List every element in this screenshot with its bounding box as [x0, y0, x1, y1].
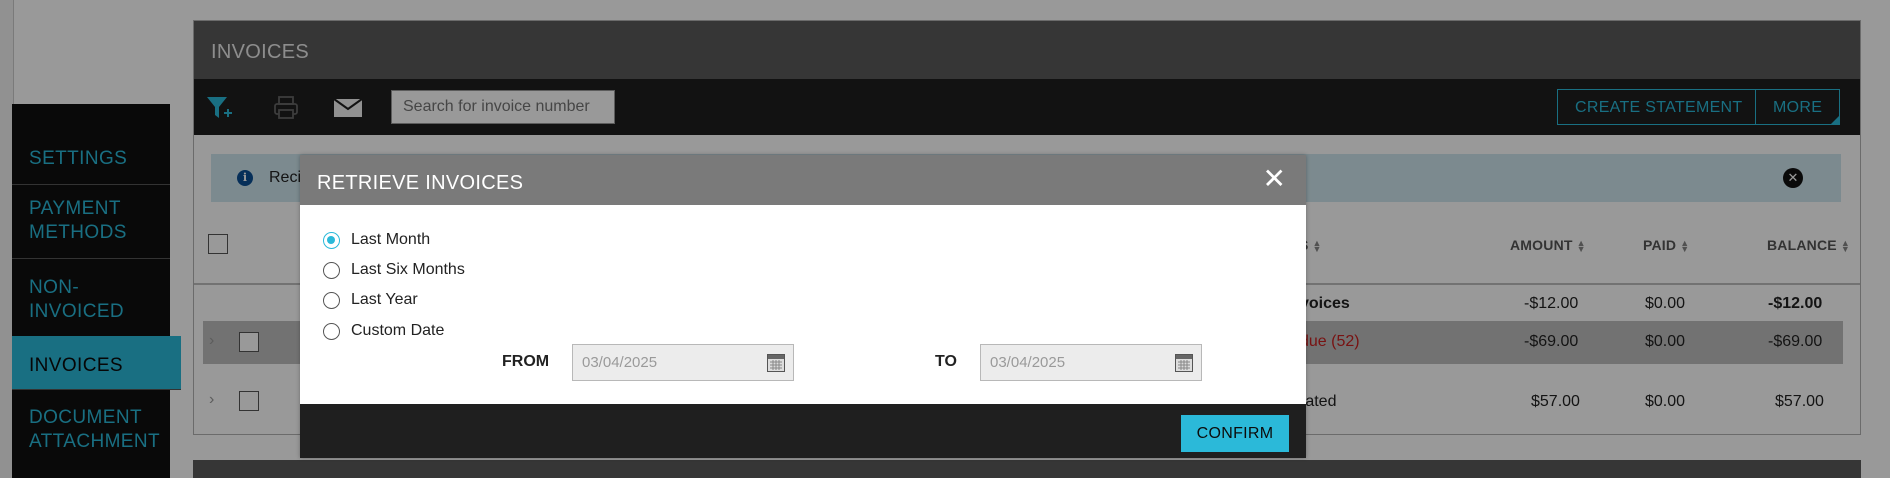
option-label: Last Six Months: [351, 261, 465, 278]
radio-button[interactable]: [323, 261, 340, 279]
retrieve-invoices-dialog: RETRIEVE INVOICES ✕ Last Month Last Six …: [300, 155, 1306, 458]
from-label: FROM: [502, 353, 550, 370]
option-label: Last Year: [351, 291, 418, 308]
radio-button[interactable]: [323, 231, 340, 249]
confirm-button[interactable]: CONFIRM: [1181, 415, 1289, 452]
confirm-label: CONFIRM: [1196, 425, 1274, 442]
to-date-value: 03/04/2025: [990, 354, 1066, 371]
to-date-field[interactable]: 03/04/2025: [980, 344, 1202, 381]
dialog-footer: CONFIRM: [300, 404, 1306, 458]
calendar-icon[interactable]: [1175, 354, 1193, 372]
option-label: Custom Date: [351, 322, 445, 339]
close-icon[interactable]: ✕: [1263, 164, 1286, 194]
dialog-title: RETRIEVE INVOICES: [300, 155, 1306, 205]
option-custom-date[interactable]: Custom Date: [323, 320, 444, 342]
from-date-value: 03/04/2025: [582, 354, 658, 371]
option-last-year[interactable]: Last Year: [323, 289, 418, 311]
option-label: Last Month: [351, 231, 431, 248]
radio-button[interactable]: [323, 291, 340, 309]
option-last-month[interactable]: Last Month: [323, 229, 430, 251]
radio-button[interactable]: [323, 322, 340, 340]
from-date-field[interactable]: 03/04/2025: [572, 344, 794, 381]
calendar-icon[interactable]: [767, 354, 785, 372]
to-label: TO: [935, 353, 957, 370]
option-last-six-months[interactable]: Last Six Months: [323, 259, 465, 281]
